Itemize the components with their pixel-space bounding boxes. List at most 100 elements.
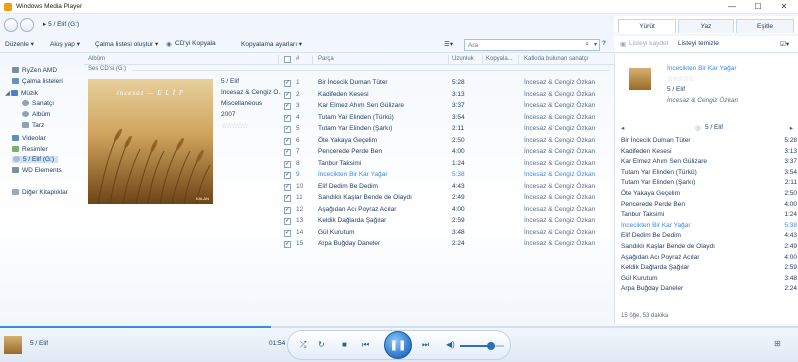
- column-divider[interactable]: [448, 55, 449, 64]
- previous-list-icon[interactable]: ◂: [621, 124, 624, 132]
- clear-list-button[interactable]: Listeyi temizle: [678, 40, 719, 47]
- view-options-icon[interactable]: ☰▾: [444, 40, 453, 48]
- next-list-icon[interactable]: ▸: [790, 124, 793, 132]
- list-item[interactable]: Tanbur Taksimi 1:24: [621, 211, 797, 221]
- track-checkbox[interactable]: ✓: [284, 103, 291, 110]
- back-button[interactable]: [4, 18, 18, 32]
- album-rating[interactable]: ☆☆☆☆☆: [221, 122, 281, 130]
- list-item[interactable]: Kar Elmez Ahım Sen Gülizare 3:37: [621, 158, 797, 168]
- table-row[interactable]: ✓ 11 Sandıklı Kaşlar Bende de Olaydı 2:49 İn…: [282, 193, 612, 204]
- table-row[interactable]: ✓ 2 Kadifeden Kesesi 3:13 İncesaz & Cengiz Ö…: [282, 90, 612, 101]
- sidebar-item-artist[interactable]: Sanatçı: [22, 100, 54, 107]
- list-options-icon[interactable]: ☑▾: [780, 40, 789, 48]
- list-item[interactable]: Bir İncecik Duman Tüter 5:28: [621, 137, 797, 147]
- column-length[interactable]: Uzunluk: [452, 56, 474, 62]
- list-item[interactable]: Öte Yakaya Geçelim 2:50: [621, 190, 797, 200]
- create-playlist-menu[interactable]: Çalma listesi oluştur ▾: [95, 40, 158, 48]
- table-row[interactable]: ✓ 3 Kar Elmez Ahım Sen Gülizare 3:37 İncesaz…: [282, 101, 612, 112]
- previous-icon[interactable]: ⏮: [362, 340, 369, 350]
- tab-burn[interactable]: Yaz: [678, 19, 734, 33]
- table-row[interactable]: ✓ 1 Bir İncecik Duman Tüter 5:28 İncesaz & C…: [282, 78, 612, 89]
- column-divider[interactable]: [518, 55, 519, 64]
- next-icon[interactable]: ⏭: [422, 340, 429, 350]
- search-icon[interactable]: ⌕: [585, 41, 589, 49]
- help-icon[interactable]: ?: [602, 40, 606, 47]
- list-item[interactable]: Gül Kurutum 3:48: [621, 275, 797, 285]
- table-row[interactable]: ✓ 14 Gül Kurutum 3:48 İncesaz & Cengiz Özkan: [282, 228, 612, 239]
- sidebar-item-ryzen-amd[interactable]: RyZen AMD: [12, 67, 57, 74]
- minimize-button[interactable]: —: [719, 0, 745, 14]
- save-list-button[interactable]: Listeyi kaydet: [629, 40, 668, 47]
- tab-play[interactable]: Yürüt: [618, 19, 676, 33]
- sidebar-item-album[interactable]: Albüm: [22, 111, 50, 118]
- search-dropdown-icon[interactable]: ▾: [594, 41, 597, 48]
- select-all-checkbox[interactable]: [284, 56, 291, 63]
- sidebar-item-videos[interactable]: Videolar: [12, 135, 46, 142]
- column-divider[interactable]: [482, 55, 483, 64]
- sidebar-item-wd-elements[interactable]: WD Elements: [12, 167, 62, 174]
- list-item[interactable]: Arpa Buğday Daneler 2:24: [621, 285, 797, 295]
- table-row[interactable]: ✓ 10 Elif Dedim Be Dedim 4:43 İncesaz & Ceng…: [282, 182, 612, 193]
- forward-button[interactable]: [20, 18, 34, 32]
- column-divider[interactable]: [278, 55, 279, 64]
- column-rip-status[interactable]: Kopyala...: [486, 56, 513, 62]
- repeat-icon[interactable]: ↻: [318, 340, 325, 350]
- table-row[interactable]: ✓ 13 Keldik Dağlarda Şağılar 2:59 İncesaz & …: [282, 216, 612, 227]
- table-row[interactable]: ✓ 15 Arpa Buğday Daneler 2:24 İncesaz & Ceng…: [282, 239, 612, 250]
- column-album[interactable]: Albüm: [88, 56, 105, 62]
- list-item[interactable]: Kadifeden Kesesi 3:13: [621, 148, 797, 158]
- table-row[interactable]: ✓ 9 İncecikten Bir Kar Yağar 5:38 İncesaz & …: [282, 170, 612, 181]
- stop-icon[interactable]: ■: [342, 340, 347, 350]
- track-checkbox[interactable]: ✓: [284, 172, 291, 179]
- column-divider[interactable]: [312, 55, 313, 64]
- track-checkbox[interactable]: ✓: [284, 241, 291, 248]
- list-item[interactable]: Aşağıdan Acı Poyraz Acılar 4:00: [621, 254, 797, 264]
- sidebar-item-genre[interactable]: Tarz: [22, 122, 44, 129]
- track-checkbox[interactable]: ✓: [284, 183, 291, 191]
- list-item[interactable]: Tutam Yar Elinden (Türkü) 3:54: [621, 169, 797, 179]
- sidebar-item-pictures[interactable]: Resimler: [12, 146, 48, 153]
- track-checkbox[interactable]: ✓: [284, 126, 291, 133]
- switch-to-now-playing-icon[interactable]: ⊞: [774, 339, 781, 348]
- list-item[interactable]: Sandıklı Kaşlar Bende de Olaydı 2:49: [621, 243, 797, 253]
- player-album-art[interactable]: [4, 336, 22, 354]
- volume-thumb[interactable]: [486, 342, 495, 350]
- list-item[interactable]: Pencerede Perde Ben 4:00: [621, 201, 797, 211]
- album-cover[interactable]: incesaz — E L İ F KALAN: [88, 79, 213, 204]
- table-row[interactable]: ✓ 5 Tutam Yar Elinden (Şarkı) 2:11 İncesaz &…: [282, 124, 612, 135]
- stream-menu[interactable]: Akış yap ▾: [50, 40, 80, 48]
- table-row[interactable]: ✓ 7 Pencerede Perde Ben 4:00 İncesaz & Cengi…: [282, 147, 612, 158]
- track-checkbox[interactable]: ✓: [284, 160, 291, 168]
- column-contributing-artist[interactable]: Katkıda bulunan sanatçı: [524, 56, 588, 62]
- track-checkbox[interactable]: ✓: [284, 137, 291, 145]
- pause-button[interactable]: ❚❚: [384, 331, 412, 359]
- volume-icon[interactable]: ◀): [446, 340, 455, 350]
- collapse-arrow-icon[interactable]: ◢: [5, 90, 10, 97]
- sidebar-item-cd-elif[interactable]: 5 / Elif (G:): [12, 156, 59, 163]
- volume-slider[interactable]: [460, 342, 504, 350]
- column-title[interactable]: Parça: [318, 56, 334, 62]
- sidebar-item-other-libraries[interactable]: Diğer Kitaplıklar: [12, 189, 68, 196]
- shuffle-icon[interactable]: ⤮: [300, 340, 306, 350]
- track-checkbox[interactable]: ✓: [284, 80, 291, 87]
- column-number[interactable]: #: [296, 56, 299, 62]
- table-row[interactable]: ✓ 12 Aşağıdan Acı Poyraz Acılar 4:00 İncesaz…: [282, 205, 612, 216]
- maximize-button[interactable]: ☐: [745, 0, 771, 14]
- track-checkbox[interactable]: ✓: [284, 91, 291, 99]
- track-checkbox[interactable]: ✓: [284, 149, 291, 156]
- track-checkbox[interactable]: ✓: [284, 114, 291, 122]
- list-item[interactable]: Tutam Yar Elinden (Şarkı) 2:11: [621, 179, 797, 189]
- breadcrumb[interactable]: ▸ 5 / Elif (G:): [43, 20, 79, 28]
- list-item[interactable]: Elif Dedim Be Dedim 4:43: [621, 232, 797, 242]
- table-row[interactable]: ✓ 4 Tutam Yar Elinden (Türkü) 3:54 İncesaz &…: [282, 113, 612, 124]
- track-checkbox[interactable]: ✓: [284, 195, 291, 202]
- list-item[interactable]: İncecikten Bir Kar Yağar 5:38: [621, 222, 797, 232]
- rip-settings-menu[interactable]: Kopyalama ayarları ▾: [241, 40, 302, 48]
- table-row[interactable]: ✓ 6 Öte Yakaya Geçelim 2:50 İncesaz & Cengiz…: [282, 136, 612, 147]
- rip-cd-button[interactable]: CD'yi Kopyala: [175, 40, 216, 47]
- table-row[interactable]: ✓ 8 Tanbur Taksimi 1:24 İncesaz & Cengiz Özk…: [282, 159, 612, 170]
- organize-menu[interactable]: Düzenle ▾: [5, 40, 34, 48]
- close-button[interactable]: ✕: [771, 0, 797, 14]
- now-playing-rating[interactable]: ☆☆☆☆☆: [667, 75, 694, 83]
- list-item[interactable]: Keldik Dağlarda Şağılar 2:59: [621, 264, 797, 274]
